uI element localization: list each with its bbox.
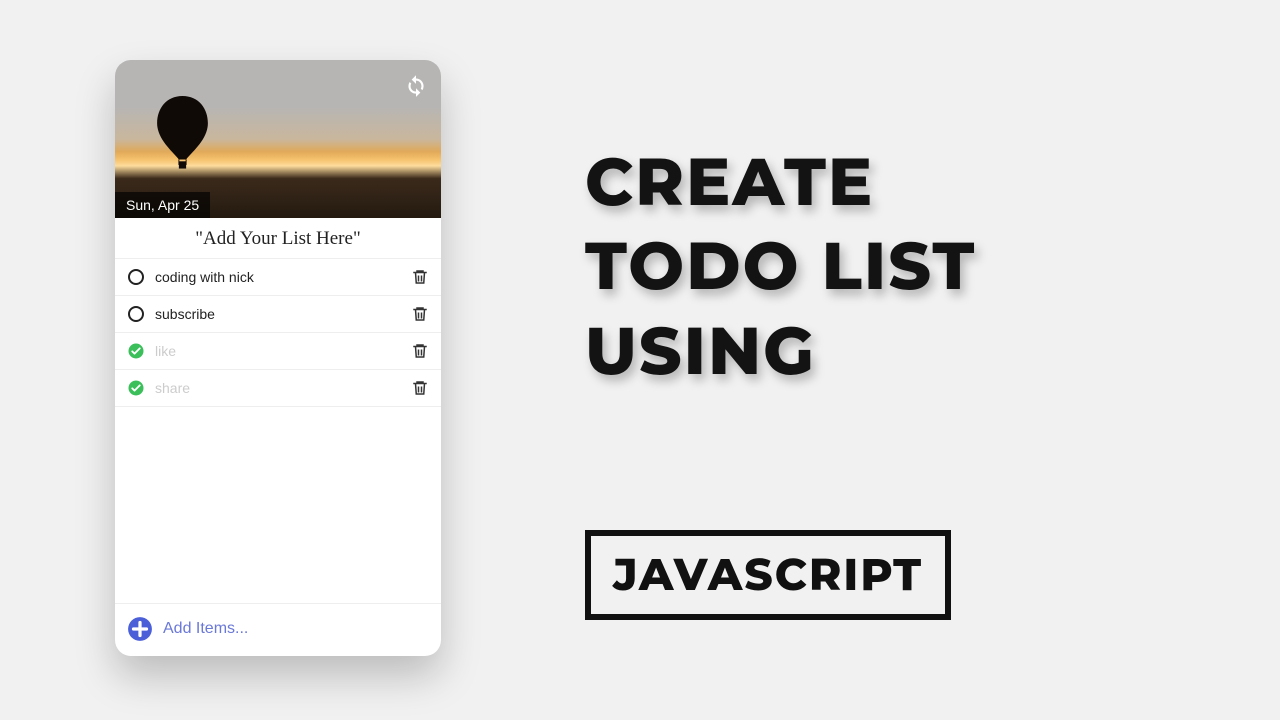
date-label: Sun, Apr 25 <box>115 192 210 218</box>
balloon-silhouette <box>155 96 210 174</box>
list-item[interactable]: subscribe <box>115 296 441 333</box>
checked-icon[interactable] <box>127 379 145 397</box>
list-prompt: "Add Your List Here" <box>115 218 441 259</box>
todo-list: coding with nick subscribe like <box>115 259 441 603</box>
checked-icon[interactable] <box>127 342 145 360</box>
list-item[interactable]: coding with nick <box>115 259 441 296</box>
trash-icon[interactable] <box>411 342 429 360</box>
add-row <box>115 603 441 656</box>
unchecked-icon[interactable] <box>127 305 145 323</box>
trash-icon[interactable] <box>411 305 429 323</box>
headline-line: USING <box>585 309 976 393</box>
item-label: share <box>155 380 401 396</box>
headline-line: CREATE <box>585 140 976 224</box>
item-label: subscribe <box>155 306 401 322</box>
headline-line: TODO LIST <box>585 224 976 308</box>
trash-icon[interactable] <box>411 268 429 286</box>
todo-card: Sun, Apr 25 "Add Your List Here" coding … <box>115 60 441 656</box>
hero-image: Sun, Apr 25 <box>115 60 441 218</box>
headline: CREATE TODO LIST USING <box>585 140 976 393</box>
add-input[interactable] <box>163 620 429 638</box>
headline-box: JAVASCRIPT <box>585 530 951 620</box>
unchecked-icon[interactable] <box>127 268 145 286</box>
list-item[interactable]: like <box>115 333 441 370</box>
item-label: like <box>155 343 401 359</box>
item-label: coding with nick <box>155 269 401 285</box>
refresh-icon[interactable] <box>403 72 429 98</box>
add-icon[interactable] <box>127 616 153 642</box>
list-item[interactable]: share <box>115 370 441 407</box>
trash-icon[interactable] <box>411 379 429 397</box>
